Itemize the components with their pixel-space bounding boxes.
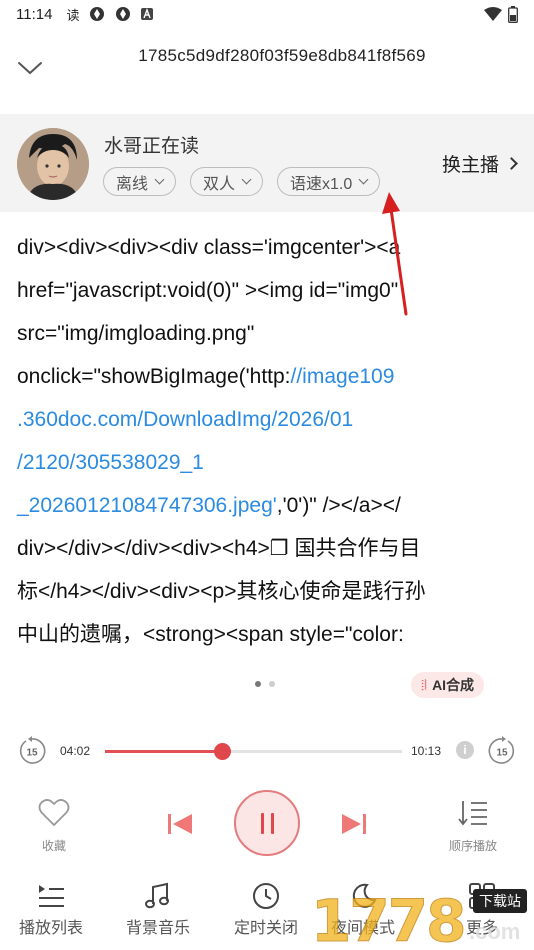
tab-timer[interactable]: 定时关闭 <box>221 882 311 938</box>
ai-synth-badge: ⦙⦚ AI合成 <box>411 672 485 698</box>
watermark-digits: 1778 <box>310 887 466 950</box>
rewind-15-icon[interactable]: 15 <box>17 736 47 766</box>
reader-avatar[interactable] <box>17 128 89 200</box>
tab-playlist[interactable]: 播放列表 <box>6 882 96 938</box>
speed-chip[interactable]: 语速x1.0 <box>277 167 381 196</box>
offline-chip[interactable]: 离线 <box>103 167 177 196</box>
forward-15-icon[interactable]: 15 <box>487 736 517 766</box>
info-icon[interactable]: i <box>456 741 474 759</box>
total-time: 10:13 <box>411 744 442 758</box>
content-line: 标</h4></div><div><p>其核心使命是践行孙 <box>17 580 426 603</box>
progress-thumb[interactable] <box>214 743 232 760</box>
status-time: 11:14 <box>16 5 53 23</box>
page-dot <box>269 681 275 687</box>
sync-icon-2 <box>116 7 131 21</box>
progress-fill <box>105 750 223 753</box>
reading-content: div><div><div><div class='imgcenter'><a … <box>17 226 522 656</box>
favorite-label: 收藏 <box>41 839 66 853</box>
forward-seconds: 15 <box>496 748 508 759</box>
reader-card: 水哥正在读 离线 双人 语速x1.0 换主播 <box>0 114 534 212</box>
previous-track-icon[interactable] <box>166 812 194 836</box>
rewind-seconds: 15 <box>26 748 38 759</box>
watermark-site: 下载站 <box>473 889 527 913</box>
content-line: src="img/imgloading.png" <box>17 322 255 345</box>
pause-icon-bar <box>260 812 264 834</box>
sequential-order-icon <box>458 801 487 826</box>
switch-anchor-label: 换主播 <box>441 155 499 176</box>
sync-icon <box>90 7 105 21</box>
content-link-line[interactable]: .360doc.com/DownloadImg/2026/01 <box>17 398 522 441</box>
switch-anchor-button[interactable]: 换主播 <box>441 150 518 177</box>
current-time: 04:02 <box>60 744 91 758</box>
content-link[interactable]: _20260121084747306.jpeg' <box>17 494 277 517</box>
status-system-icons <box>484 5 518 23</box>
playback-progress: 15 04:02 10:13 i 15 <box>0 733 534 769</box>
reader-name: 水哥正在读 <box>104 136 200 157</box>
content-line: _20260121084747306.jpeg','0')" /></a></ <box>17 484 522 527</box>
next-track-icon[interactable] <box>340 812 368 836</box>
status-bar: 11:14 读 <box>0 0 534 28</box>
chevron-right-icon <box>505 157 518 170</box>
content-link[interactable]: //image109 <box>291 365 395 388</box>
content-text: ,'0')" /></a></ <box>276 494 401 517</box>
content-line: div></div></div><div><h4>❐ 国共合作与目 <box>17 537 421 560</box>
collapse-chevron-down-icon[interactable] <box>16 58 44 78</box>
tab-bg-music[interactable]: 背景音乐 <box>113 882 203 938</box>
battery-icon <box>508 5 518 23</box>
tab-playlist-label: 播放列表 <box>18 920 83 937</box>
content-line: href="javascript:void(0)" ><img id="img0… <box>17 279 399 302</box>
pause-icon-bar <box>270 812 274 834</box>
tab-bg-music-label: 背景音乐 <box>125 920 190 937</box>
tab-timer-label: 定时关闭 <box>233 920 298 937</box>
status-notification-icons: 读 <box>66 5 154 24</box>
dual-voice-chip-label: 双人 <box>203 175 236 193</box>
page-dot-active <box>255 681 261 687</box>
avatar-portrait-icon <box>17 128 89 200</box>
content-line: 中山的遗嘱，<strong><span style="color: <box>17 623 404 646</box>
playlist-icon <box>39 885 64 907</box>
wifi-icon <box>484 7 502 21</box>
app-a-icon <box>141 8 154 20</box>
watermark-domain: .com <box>469 919 521 944</box>
play-order-button[interactable]: 顺序播放 <box>443 798 503 854</box>
clock-icon <box>253 883 279 909</box>
content-link-line[interactable]: /2120/305538029_1 <box>17 441 522 484</box>
annotation-arrow-icon <box>382 192 408 316</box>
read-badge: 读 <box>66 7 80 23</box>
player-header: 1785c5d9df280f03f59e8db841f8f569 <box>0 30 534 110</box>
content-line: div><div><div><div class='imgcenter'><a <box>17 236 401 259</box>
ai-synth-label: AI合成 <box>432 677 475 693</box>
play-order-label: 顺序播放 <box>448 839 497 853</box>
content-line: onclick="showBigImage('http://image109 <box>17 355 522 398</box>
chevron-down-icon <box>154 174 165 185</box>
player-controls: 收藏 顺序播放 <box>0 790 534 858</box>
reader-options: 离线 双人 语速x1.0 <box>103 167 381 196</box>
speed-chip-label: 语速x1.0 <box>290 175 353 193</box>
content-text: onclick="showBigImage('http: <box>17 365 291 388</box>
pause-button[interactable] <box>234 790 300 856</box>
progress-slider[interactable] <box>105 743 402 760</box>
dual-voice-chip[interactable]: 双人 <box>190 167 264 196</box>
offline-chip-label: 离线 <box>116 175 149 193</box>
sound-wave-icon: ⦙⦚ <box>421 676 428 693</box>
heart-icon <box>38 799 70 826</box>
page-indicator <box>255 681 275 687</box>
favorite-button[interactable]: 收藏 <box>24 798 84 854</box>
chevron-down-icon <box>358 174 369 185</box>
site-watermark: 1778 下载站 .com <box>310 883 534 950</box>
music-note-icon <box>145 882 169 909</box>
chevron-down-icon <box>241 174 252 185</box>
page-title: 1785c5d9df280f03f59e8db841f8f569 <box>138 46 426 65</box>
